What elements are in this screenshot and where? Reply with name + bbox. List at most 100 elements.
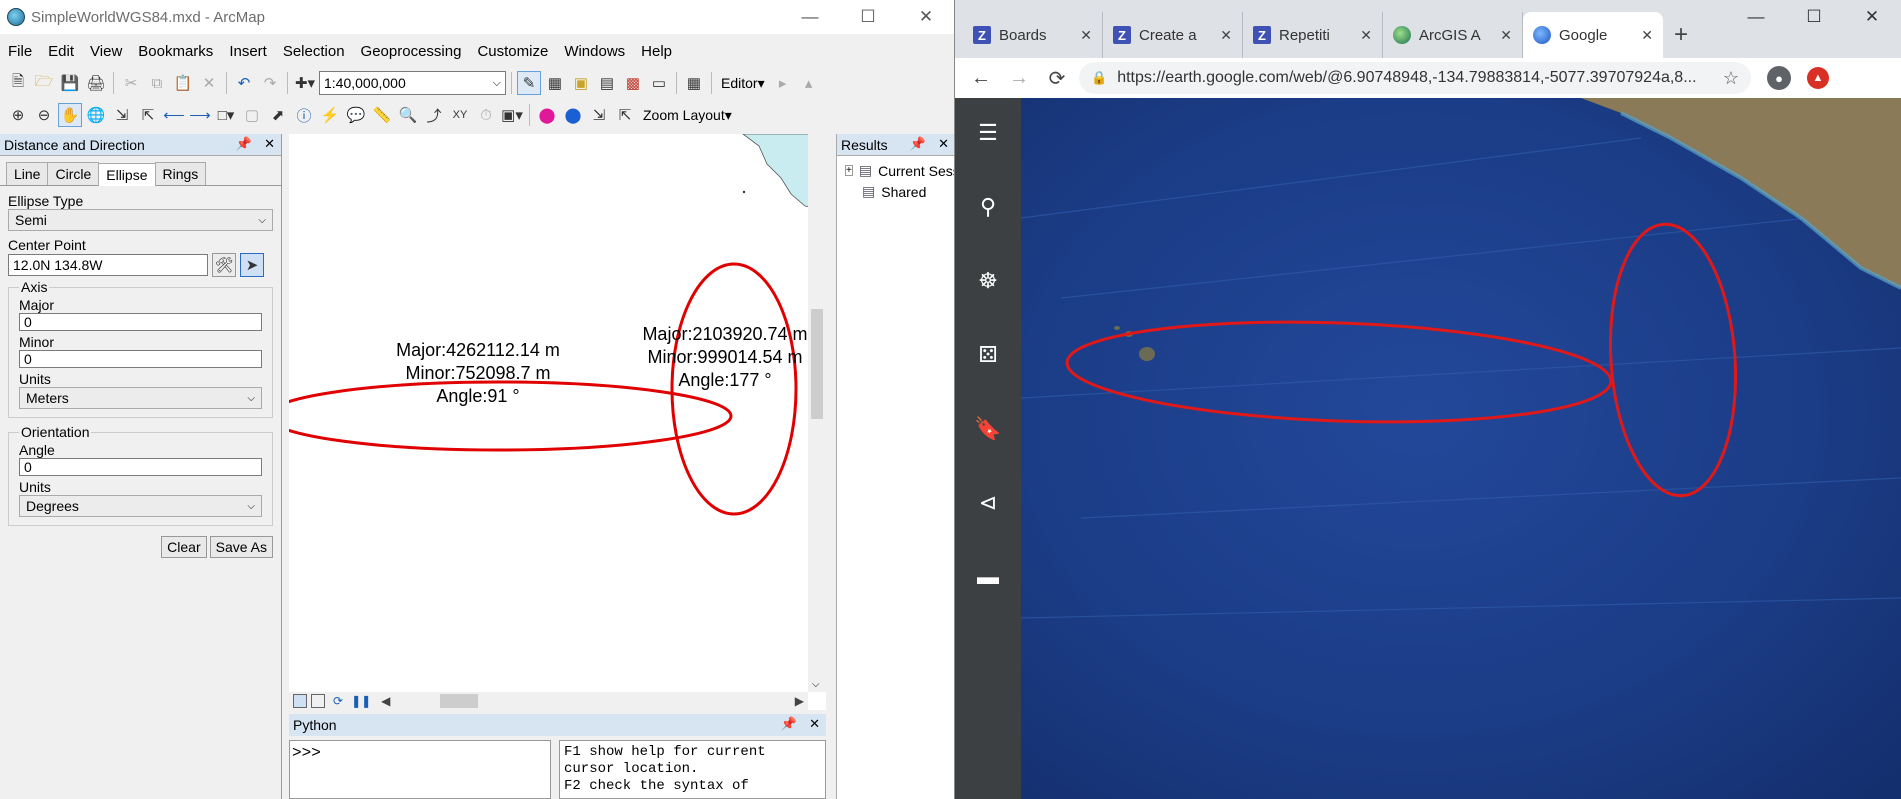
menu-icon[interactable]: ☰ <box>973 118 1003 148</box>
new-tab-icon[interactable]: + <box>1663 12 1699 58</box>
tab-create[interactable]: Z Create a ✕ <box>1103 12 1243 58</box>
menu-geoprocessing[interactable]: Geoprocessing <box>353 43 470 60</box>
arctoolbox-icon[interactable]: ▩ <box>621 71 645 95</box>
tab-ellipse[interactable]: Ellipse <box>98 163 156 186</box>
scroll-thumb[interactable] <box>440 694 479 708</box>
tab-rings[interactable]: Rings <box>154 162 207 185</box>
angle-input[interactable]: 0 <box>19 458 262 476</box>
voyager-icon[interactable]: ☸ <box>973 266 1003 296</box>
omnibox[interactable]: 🔒 https://earth.google.com/web/@6.907489… <box>1079 62 1751 94</box>
menu-customize[interactable]: Customize <box>469 43 556 60</box>
hyperlink-icon[interactable]: ⚡ <box>318 103 342 127</box>
forward-icon[interactable]: → <box>1003 62 1035 94</box>
tab-boards[interactable]: Z Boards ✕ <box>963 12 1103 58</box>
go-to-xy-icon[interactable]: XY <box>448 103 472 127</box>
circle-tool-icon[interactable]: ⬤ <box>561 103 585 127</box>
tab-google-earth[interactable]: Google ✕ <box>1523 12 1663 58</box>
menu-edit[interactable]: Edit <box>40 43 82 60</box>
orientation-units-select[interactable]: Degrees ⌵ <box>19 495 262 517</box>
zoom-layout-menu[interactable]: Zoom Layout▾ <box>639 107 736 124</box>
find-icon[interactable]: 🔍 <box>396 103 420 127</box>
axis-units-select[interactable]: Meters ⌵ <box>19 387 262 409</box>
close-tab-icon[interactable]: ✕ <box>1500 27 1512 44</box>
open-icon[interactable]: 🗁 <box>32 71 56 95</box>
save-as-button[interactable]: Save As <box>209 536 273 558</box>
add-data-icon[interactable]: ✚▾ <box>293 71 317 95</box>
menu-view[interactable]: View <box>82 43 130 60</box>
projects-icon[interactable]: 🔖 <box>973 414 1003 444</box>
find-route-icon[interactable]: ⤴ <box>422 103 446 127</box>
delete-icon[interactable]: ✕ <box>197 71 221 95</box>
clear-button[interactable]: Clear <box>161 536 207 558</box>
layout-view-icon[interactable] <box>311 694 325 708</box>
reload-icon[interactable]: ⟳ <box>1041 62 1073 94</box>
edit-annotation-icon[interactable]: ▴ <box>797 71 821 95</box>
zoom-in-icon[interactable]: ⊕ <box>6 103 30 127</box>
earth-globe-view[interactable] <box>1020 98 1901 799</box>
center-point-input[interactable]: 12.0N 134.8W <box>8 254 208 276</box>
redo-icon[interactable]: ↷ <box>258 71 282 95</box>
close-icon[interactable]: ✕ <box>264 136 275 152</box>
close-tab-icon[interactable]: ✕ <box>1360 27 1372 44</box>
feeling-lucky-icon[interactable]: ⚄ <box>973 340 1003 370</box>
search-window-icon[interactable]: ▤ <box>595 71 619 95</box>
menu-file[interactable]: File <box>0 43 40 60</box>
data-view-icon[interactable] <box>293 694 307 708</box>
map-vertical-scrollbar[interactable]: ⌵ <box>808 134 826 692</box>
close-icon[interactable]: ✕ <box>809 716 820 732</box>
full-extent-icon[interactable]: 🌐 <box>84 103 108 127</box>
map-scale-combo[interactable]: 1:40,000,000 ⌵ <box>319 71 506 95</box>
tab-arcgis[interactable]: ArcGIS A ✕ <box>1383 12 1523 58</box>
table-of-contents-icon[interactable]: ▦ <box>543 71 567 95</box>
measure-icon[interactable]: ▬ <box>973 562 1003 592</box>
tab-circle[interactable]: Circle <box>47 162 100 185</box>
pin-icon[interactable]: 📌 <box>910 136 926 152</box>
major-input[interactable]: 0 <box>19 313 262 331</box>
menu-windows[interactable]: Windows <box>556 43 633 60</box>
scroll-thumb[interactable] <box>811 309 823 419</box>
clear-selection-icon[interactable]: ▢ <box>240 103 264 127</box>
ellipse-type-select[interactable]: Semi ⌵ <box>8 209 273 231</box>
menu-bookmarks[interactable]: Bookmarks <box>130 43 221 60</box>
bookmark-star-icon[interactable]: ☆ <box>1723 68 1739 89</box>
catalog-icon[interactable]: ▣ <box>569 71 593 95</box>
tab-repetition[interactable]: Z Repetiti ✕ <box>1243 12 1383 58</box>
pan-icon[interactable]: ✋ <box>58 103 82 127</box>
fixed-zoom-out-icon[interactable]: ⇱ <box>136 103 160 127</box>
scroll-right-icon[interactable]: ▶ <box>795 694 804 708</box>
new-document-icon[interactable]: 🗎 <box>6 71 30 95</box>
map-view[interactable]: Major:4262112.14 m Minor:752098.7 m Angl… <box>265 133 827 710</box>
editor-toolbar-icon[interactable]: ✎ <box>517 71 541 95</box>
minor-input[interactable]: 0 <box>19 350 262 368</box>
results-item-current-session[interactable]: + ▤ Current Session <box>837 160 954 181</box>
search-icon[interactable]: ⚲ <box>973 192 1003 222</box>
copy-icon[interactable]: ⧉ <box>145 71 169 95</box>
tools-icon[interactable]: 🛠 <box>212 253 236 277</box>
close-tab-icon[interactable]: ✕ <box>1220 27 1232 44</box>
tab-line[interactable]: Line <box>6 162 49 185</box>
fixed-zoom-in-icon[interactable]: ⇲ <box>110 103 134 127</box>
forward-extent-icon[interactable]: ⟶ <box>188 103 212 127</box>
layout-zoom-out-icon[interactable]: ⇱ <box>613 103 637 127</box>
measure-icon[interactable]: 📏 <box>370 103 394 127</box>
time-slider-icon[interactable]: ⏱ <box>474 103 498 127</box>
share-icon[interactable]: ⊲ <box>973 488 1003 518</box>
html-popup-icon[interactable]: 💬 <box>344 103 368 127</box>
ellipse-tool-icon[interactable]: ⬤ <box>535 103 559 127</box>
python-window-icon[interactable]: ▭ <box>647 71 671 95</box>
pause-drawing-icon[interactable]: ❚❚ <box>351 694 371 708</box>
layout-zoom-in-icon[interactable]: ⇲ <box>587 103 611 127</box>
scroll-left-icon[interactable]: ◀ <box>381 694 390 708</box>
cut-icon[interactable]: ✂ <box>119 71 143 95</box>
extension-icon[interactable]: ▲ <box>1807 67 1829 89</box>
back-extent-icon[interactable]: ⟵ <box>162 103 186 127</box>
maximize-icon[interactable]: ☐ <box>1785 0 1843 34</box>
save-icon[interactable]: 💾 <box>58 71 82 95</box>
model-builder-icon[interactable]: ▦ <box>682 71 706 95</box>
select-features-icon[interactable]: □▾ <box>214 103 238 127</box>
print-icon[interactable]: 🖨 <box>84 71 108 95</box>
menu-insert[interactable]: Insert <box>221 43 275 60</box>
paste-icon[interactable]: 📋 <box>171 71 195 95</box>
close-icon[interactable]: ✕ <box>1843 0 1901 34</box>
menu-selection[interactable]: Selection <box>275 43 353 60</box>
